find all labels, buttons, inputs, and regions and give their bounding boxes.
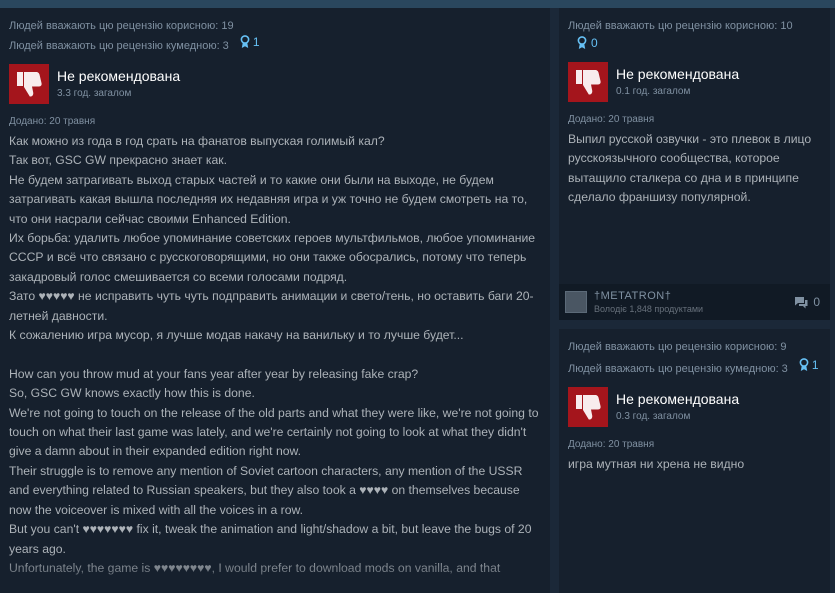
thumb-box [9, 64, 49, 104]
review-paragraph: But you can't ♥♥♥♥♥♥♥ fix it, tweak the … [9, 522, 532, 556]
thumb-box [568, 62, 608, 102]
thumbs-down-icon [576, 70, 601, 95]
awards-count: 0 [591, 36, 598, 50]
funny-count-row: Людей вважають цю рецензію кумедною: 3 1 [568, 357, 821, 377]
review-paragraph: Как можно из года в год срать на фанатов… [9, 134, 385, 148]
thumbs-down-icon [576, 395, 601, 420]
comments-count: 0 [813, 295, 820, 309]
review-paragraph: Их борьба: удалить любое упоминание сове… [9, 231, 536, 284]
posted-date: Додано: 20 травня [9, 116, 96, 127]
review-text: Как можно из года в год срать на фанатов… [0, 127, 550, 578]
avatar[interactable] [565, 291, 587, 313]
verdict-title[interactable]: Не рекомендована [616, 390, 739, 408]
awards-button[interactable]: 1 [240, 34, 260, 50]
review-verdict: Не рекомендована 3.3 год. загалом [0, 64, 550, 104]
author-name[interactable]: †METATRON† [594, 290, 703, 302]
thumbs-down-icon [17, 72, 42, 97]
review-paragraph: игра мутная ни хрена не видно [568, 457, 745, 471]
review-paragraph: Так вот, GSC GW прекрасно знает как. [9, 153, 227, 168]
playtime: 0.3 год. загалом [616, 411, 691, 422]
comment-bubble-icon [795, 296, 808, 308]
review-card-main: Людей вважають цю рецензію корисною: 19 … [0, 8, 550, 593]
playtime: 0.1 год. загалом [616, 86, 691, 97]
awards-count: 1 [811, 358, 819, 372]
author-bar[interactable]: †METATRON† Володіє 1,848 продуктами 0 [559, 284, 830, 320]
review-paragraph: Зато ♥♥♥♥♥ не исправить чуть чуть подпра… [9, 289, 534, 323]
author-products: Володіє 1,848 продуктами [594, 304, 704, 314]
review-card-right-1: Людей вважають цю рецензію корисною: 10 … [559, 8, 830, 320]
review-paragraph: Выпил русской озвучки - это плевок в лиц… [568, 132, 812, 205]
award-ribbon-icon [799, 358, 809, 371]
comments-button[interactable]: 0 [794, 295, 820, 309]
awards-count: 1 [252, 35, 260, 49]
review-text: игра мутная ни хрена не видно [559, 450, 830, 474]
review-verdict: Не рекомендована 0.3 год. загалом [559, 387, 830, 427]
posted-date: Додано: 20 травня [568, 439, 655, 450]
verdict-title[interactable]: Не рекомендована [616, 65, 739, 83]
review-paragraph: Their struggle is to remove any mention … [9, 463, 523, 517]
helpful-count: Людей вважають цю рецензію корисною: 10 [568, 20, 793, 32]
thumb-box [568, 387, 608, 427]
posted-date: Додано: 20 травня [568, 114, 655, 125]
helpful-count: Людей вважають цю рецензію корисною: 9 [568, 341, 787, 353]
awards-button[interactable]: 0 [559, 36, 830, 50]
review-paragraph: К сожалению игра мусор, я лучше модав на… [9, 328, 464, 343]
review-text: Выпил русской озвучки - это плевок в лиц… [559, 125, 830, 208]
helpful-count: Людей вважають цю рецензію корисною: 19 [9, 20, 234, 32]
review-paragraph: Unfortunately, the game is ♥♥♥♥♥♥♥♥, I w… [9, 560, 501, 575]
awards-button[interactable]: 1 [799, 357, 819, 373]
award-ribbon-icon [240, 35, 250, 48]
verdict-title[interactable]: Не рекомендована [57, 67, 180, 85]
funny-count: Людей вважають цю рецензію кумедною: 3 [568, 363, 788, 375]
review-paragraph: We're not going to touch on the release … [9, 405, 539, 459]
award-ribbon-icon [577, 36, 587, 49]
review-paragraph: So, GSC GW knows exactly how this is don… [9, 386, 255, 401]
funny-count-row: Людей вважають цю рецензію кумедною: 3 1 [9, 34, 541, 54]
review-card-right-2: Людей вважають цю рецензію корисною: 9 Л… [559, 329, 830, 593]
review-verdict: Не рекомендована 0.1 год. загалом [559, 62, 830, 102]
review-paragraph: Не будем затрагивать выход старых частей… [9, 172, 528, 226]
playtime: 3.3 год. загалом [57, 88, 132, 99]
review-paragraph: How can you throw mud at your fans year … [9, 366, 419, 381]
funny-count: Людей вважають цю рецензію кумедною: 3 [9, 40, 229, 52]
top-bar [0, 0, 835, 8]
